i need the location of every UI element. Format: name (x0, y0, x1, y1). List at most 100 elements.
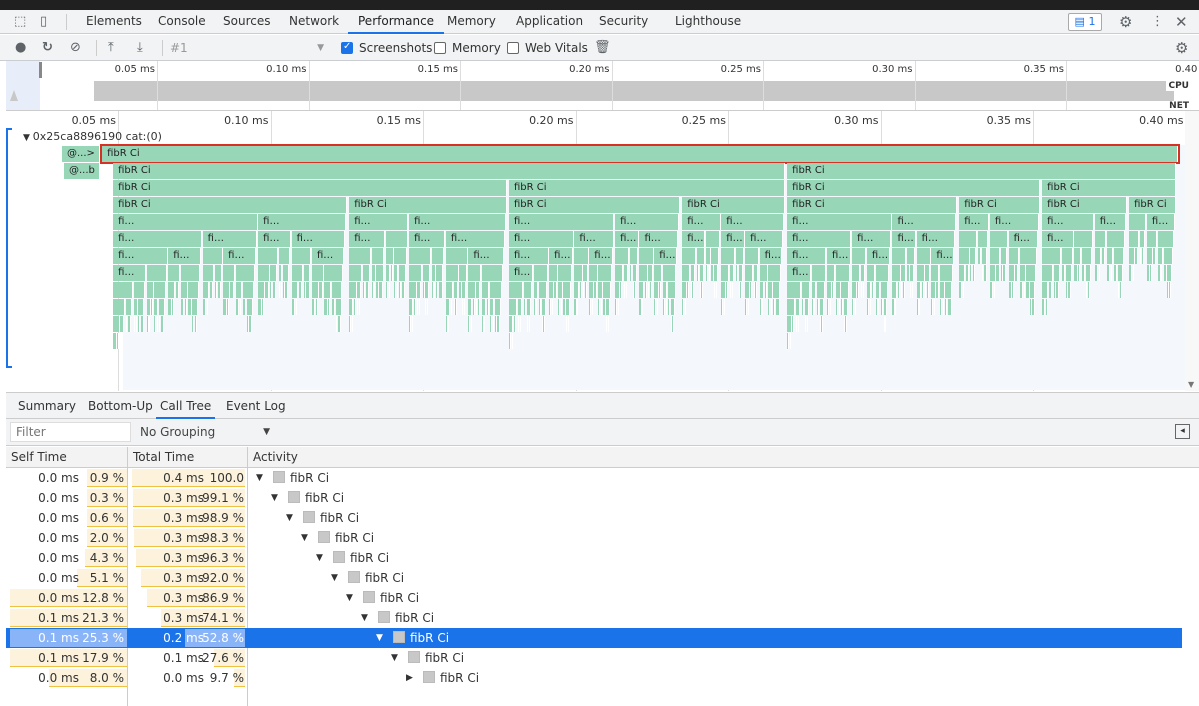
flame-block[interactable] (789, 333, 791, 349)
flame-block[interactable] (816, 282, 825, 298)
flame-block[interactable] (113, 282, 134, 298)
flame-block[interactable] (509, 316, 514, 332)
flame-block[interactable] (773, 282, 781, 298)
flame-block[interactable] (787, 316, 792, 332)
flame-block[interactable] (1030, 282, 1036, 298)
flame-block[interactable] (1135, 248, 1139, 264)
flame-block[interactable] (411, 316, 413, 332)
flame-block[interactable] (1046, 299, 1048, 315)
memory-checkbox[interactable] (434, 42, 446, 54)
flame-block[interactable] (721, 282, 726, 298)
flame-block[interactable] (149, 316, 151, 332)
flame-block[interactable]: fi… (409, 231, 446, 247)
flame-block[interactable] (787, 299, 796, 315)
flame-block[interactable] (1106, 248, 1114, 264)
issues-button[interactable]: ▤ 1 (1068, 13, 1102, 31)
flame-block[interactable]: fibR Ci (509, 180, 786, 196)
flame-block[interactable]: fibR Ci (787, 163, 1177, 179)
flame-block[interactable] (1119, 282, 1123, 298)
flame-block[interactable] (365, 282, 370, 298)
flame-block[interactable] (431, 248, 445, 264)
flame-block[interactable] (852, 282, 857, 298)
flame-block[interactable] (401, 282, 405, 298)
flame-block[interactable] (993, 282, 995, 298)
flame-block[interactable]: fi… (787, 214, 892, 230)
flame-block[interactable] (670, 299, 675, 315)
flame-block[interactable] (227, 299, 229, 315)
flame-block[interactable] (845, 316, 847, 332)
flame-block[interactable] (1113, 248, 1125, 264)
flame-block[interactable] (439, 282, 443, 298)
flame-block[interactable] (1042, 282, 1049, 298)
details-tab-event-log[interactable]: Event Log (222, 393, 290, 419)
flame-block[interactable]: fi… (409, 214, 506, 230)
expand-arrow-down-icon[interactable]: ▼ (331, 569, 338, 587)
screenshots-checkbox[interactable]: ✓ (341, 41, 353, 54)
flame-block[interactable] (701, 282, 703, 298)
flame-block[interactable] (711, 248, 719, 264)
device-toolbar-icon[interactable]: ▯ (40, 10, 47, 34)
expand-arrow-down-icon[interactable]: ▼ (376, 629, 383, 647)
flame-block[interactable] (892, 265, 901, 281)
flame-block[interactable] (409, 299, 414, 315)
flame-block[interactable] (202, 282, 210, 298)
flame-block[interactable] (1042, 265, 1054, 281)
flame-block[interactable]: fi… (892, 231, 917, 247)
flame-block[interactable] (217, 282, 221, 298)
flame-block[interactable] (349, 299, 354, 315)
flame-block[interactable] (639, 282, 644, 298)
flame-block[interactable] (349, 248, 371, 264)
flame-block[interactable] (921, 282, 924, 298)
flame-block[interactable] (481, 265, 504, 281)
flame-block[interactable] (459, 265, 467, 281)
profile-select[interactable]: #1 ▼ (170, 35, 330, 61)
flame-block[interactable] (311, 299, 316, 315)
scroll-down-arrow-icon[interactable]: ▼ (1188, 380, 1194, 389)
flame-block[interactable]: fi… (574, 231, 614, 247)
flame-block[interactable] (663, 282, 668, 298)
flame-block[interactable] (648, 265, 653, 281)
flame-block[interactable] (113, 316, 120, 332)
column-header-total-time[interactable]: Total Time (128, 447, 248, 468)
flame-block[interactable] (379, 282, 383, 298)
flame-block[interactable]: fibR Ci (959, 197, 1040, 213)
flame-block[interactable] (490, 282, 503, 298)
flame-block[interactable] (390, 265, 393, 281)
flame-block[interactable] (629, 248, 638, 264)
flame-block[interactable] (942, 299, 944, 315)
flame-block[interactable] (959, 248, 970, 264)
expand-arrow-down-icon[interactable]: ▼ (316, 549, 323, 567)
flame-block[interactable] (715, 282, 718, 298)
flame-block[interactable]: fibR Ci (1129, 197, 1177, 213)
tab-security[interactable]: Security (589, 10, 658, 34)
flame-block[interactable] (125, 299, 133, 315)
flame-block[interactable] (272, 282, 277, 298)
flame-block[interactable]: fibR Ci (1042, 197, 1127, 213)
flame-block[interactable] (1101, 248, 1106, 264)
flame-block[interactable]: fi… (721, 231, 745, 247)
flame-block[interactable]: fibR Ci (349, 197, 507, 213)
flame-block[interactable] (409, 265, 423, 281)
flame-block[interactable] (349, 265, 363, 281)
flame-block[interactable] (371, 265, 376, 281)
flame-block[interactable] (910, 265, 915, 281)
record-icon[interactable]: ● (15, 35, 26, 61)
flame-block[interactable] (1078, 265, 1080, 281)
flame-block[interactable] (682, 282, 687, 298)
flame-block[interactable] (168, 299, 172, 315)
flame-block[interactable]: fi… (311, 248, 345, 264)
flame-block[interactable] (528, 316, 531, 332)
flame-block[interactable] (738, 265, 743, 281)
flame-block[interactable] (726, 282, 729, 298)
flame-block[interactable] (249, 316, 253, 332)
flame-block[interactable] (762, 299, 764, 315)
flame-block[interactable] (558, 265, 572, 281)
call-tree-row[interactable]: 0.0 ms 8.0 % 0.0 ms 9.7 % ▶ fibR Ci (6, 668, 1182, 688)
expand-arrow-down-icon[interactable]: ▼ (301, 529, 308, 547)
flame-block[interactable] (349, 282, 357, 298)
flame-block[interactable] (223, 265, 235, 281)
flame-block[interactable]: fi… (113, 265, 147, 281)
flame-block[interactable] (663, 265, 677, 281)
tab-sources[interactable]: Sources (213, 10, 280, 34)
flame-block[interactable]: fi… (916, 231, 956, 247)
